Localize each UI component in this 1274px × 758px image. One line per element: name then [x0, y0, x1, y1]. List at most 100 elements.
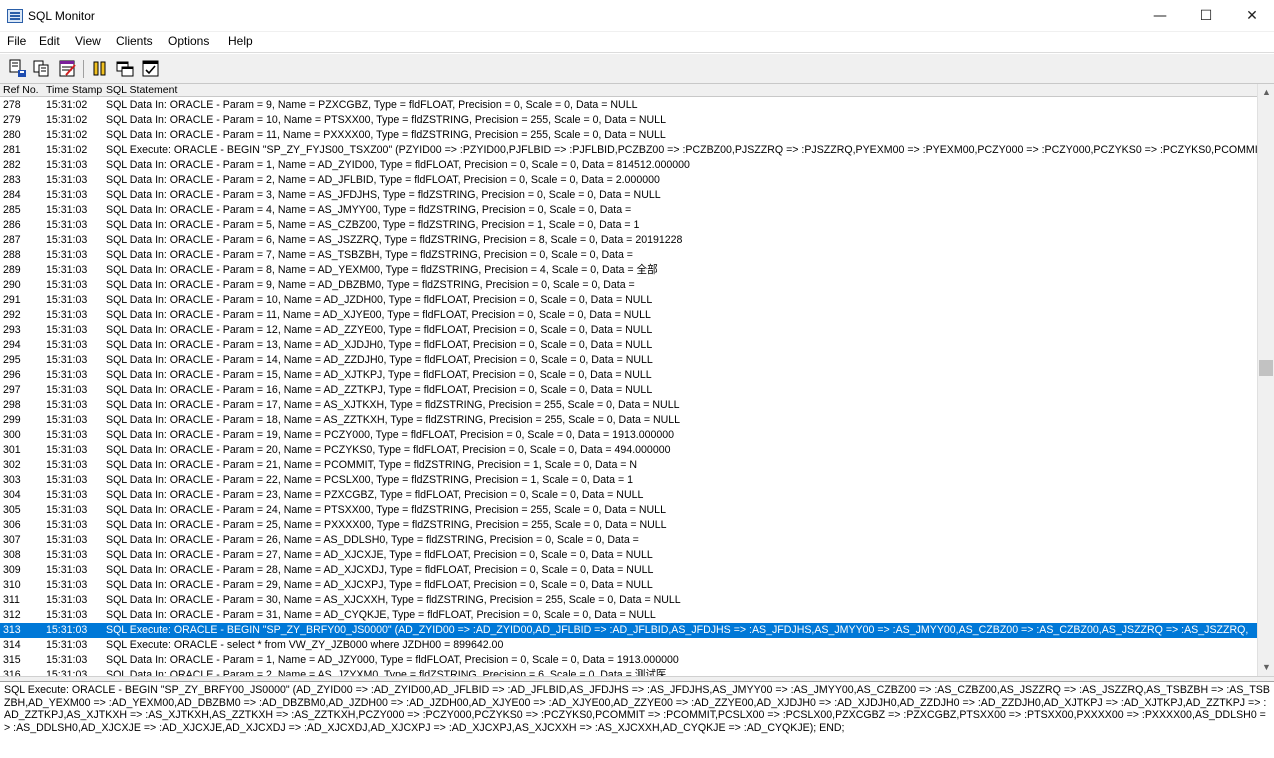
log-row[interactable]: 294 15:31:03 SQL Data In: ORACLE - Param =…	[0, 338, 1257, 353]
log-row[interactable]: 291 15:31:03 SQL Data In: ORACLE - Param =…	[0, 293, 1257, 308]
log-row[interactable]: 286 15:31:03 SQL Data In: ORACLE - Param =…	[0, 218, 1257, 233]
sql-statement-cell: SQL Data In: ORACLE - Param = 11, Name =…	[106, 309, 651, 321]
ref-no-cell: 296	[3, 369, 21, 381]
sql-statement-cell: SQL Data In: ORACLE - Param = 11, Name =…	[106, 129, 666, 141]
sql-statement-cell: SQL Data In: ORACLE - Param = 10, Name =…	[106, 294, 653, 306]
ref-no-cell: 302	[3, 459, 21, 471]
log-row[interactable]: 315 15:31:03 SQL Data In: ORACLE - Param =…	[0, 653, 1257, 668]
time-stamp-cell: 15:31:03	[46, 489, 88, 501]
log-row[interactable]: 311 15:31:03 SQL Data In: ORACLE - Param =…	[0, 593, 1257, 608]
options-checklist-icon[interactable]	[141, 59, 161, 79]
ref-no-cell: 310	[3, 579, 21, 591]
header-time-stamp[interactable]: Time Stamp	[46, 84, 102, 96]
menu-view[interactable]: View	[73, 34, 103, 48]
scroll-thumb[interactable]	[1259, 360, 1273, 376]
log-row[interactable]: 281 15:31:02 SQL Execute: ORACLE - BEGIN "…	[0, 143, 1257, 158]
ref-no-cell: 279	[3, 114, 21, 126]
ref-no-cell: 306	[3, 519, 21, 531]
log-row[interactable]: 289 15:31:03 SQL Data In: ORACLE - Param =…	[0, 263, 1257, 278]
maximize-button[interactable]: ☐	[1183, 0, 1229, 32]
log-row[interactable]: 313 15:31:03 SQL Execute: ORACLE - BEGIN "…	[0, 623, 1257, 638]
close-button[interactable]: ✕	[1229, 0, 1274, 32]
time-stamp-cell: 15:31:03	[46, 624, 88, 636]
time-stamp-cell: 15:31:03	[46, 414, 88, 426]
save-log-icon[interactable]	[8, 59, 28, 79]
sql-statement-cell: SQL Data In: ORACLE - Param = 29, Name =…	[106, 579, 653, 591]
time-stamp-cell: 15:31:03	[46, 549, 88, 561]
log-row[interactable]: 304 15:31:03 SQL Data In: ORACLE - Param =…	[0, 488, 1257, 503]
scroll-down-arrow[interactable]: ▼	[1258, 659, 1274, 676]
ref-no-cell: 303	[3, 474, 21, 486]
title-bar: SQL Monitor — ☐ ✕	[0, 0, 1274, 32]
sql-statement-cell: SQL Data In: ORACLE - Param = 6, Name = …	[106, 234, 683, 246]
log-row[interactable]: 290 15:31:03 SQL Data In: ORACLE - Param =…	[0, 278, 1257, 293]
log-row[interactable]: 296 15:31:03 SQL Data In: ORACLE - Param =…	[0, 368, 1257, 383]
scroll-up-arrow[interactable]: ▲	[1258, 84, 1274, 101]
log-row[interactable]: 307 15:31:03 SQL Data In: ORACLE - Param =…	[0, 533, 1257, 548]
pause-icon[interactable]	[90, 59, 110, 79]
time-stamp-cell: 15:31:03	[46, 369, 88, 381]
log-row[interactable]: 279 15:31:02 SQL Data In: ORACLE - Param =…	[0, 113, 1257, 128]
copy-icon[interactable]	[32, 59, 52, 79]
ref-no-cell: 293	[3, 324, 21, 336]
header-sql-statement[interactable]: SQL Statement	[106, 84, 177, 96]
time-stamp-cell: 15:31:03	[46, 249, 88, 261]
ref-no-cell: 307	[3, 534, 21, 546]
log-row[interactable]: 288 15:31:03 SQL Data In: ORACLE - Param =…	[0, 248, 1257, 263]
sql-log-list[interactable]: 278 15:31:02 SQL Data In: ORACLE - Param =…	[0, 98, 1257, 676]
log-row[interactable]: 305 15:31:03 SQL Data In: ORACLE - Param =…	[0, 503, 1257, 518]
menu-bar: File Edit View Clients Options Help	[0, 32, 1274, 53]
header-ref-no[interactable]: Ref No.	[3, 84, 39, 96]
ref-no-cell: 286	[3, 219, 21, 231]
time-stamp-cell: 15:31:03	[46, 294, 88, 306]
menu-edit[interactable]: Edit	[37, 34, 62, 48]
menu-clients[interactable]: Clients	[114, 34, 155, 48]
log-row[interactable]: 283 15:31:03 SQL Data In: ORACLE - Param =…	[0, 173, 1257, 188]
log-row[interactable]: 299 15:31:03 SQL Data In: ORACLE - Param =…	[0, 413, 1257, 428]
sql-statement-cell: SQL Data In: ORACLE - Param = 19, Name =…	[106, 429, 675, 441]
minimize-button[interactable]: —	[1137, 0, 1183, 32]
time-stamp-cell: 15:31:03	[46, 354, 88, 366]
ref-no-cell: 291	[3, 294, 21, 306]
log-row[interactable]: 287 15:31:03 SQL Data In: ORACLE - Param =…	[0, 233, 1257, 248]
statement-detail-pane[interactable]: SQL Execute: ORACLE - BEGIN "SP_ZY_BRFY0…	[0, 682, 1274, 758]
log-row[interactable]: 309 15:31:03 SQL Data In: ORACLE - Param =…	[0, 563, 1257, 578]
log-row[interactable]: 293 15:31:03 SQL Data In: ORACLE - Param =…	[0, 323, 1257, 338]
time-stamp-cell: 15:31:03	[46, 174, 88, 186]
log-row[interactable]: 306 15:31:03 SQL Data In: ORACLE - Param =…	[0, 518, 1257, 533]
log-row[interactable]: 284 15:31:03 SQL Data In: ORACLE - Param =…	[0, 188, 1257, 203]
menu-file[interactable]: File	[5, 34, 28, 48]
log-row[interactable]: 282 15:31:03 SQL Data In: ORACLE - Param =…	[0, 158, 1257, 173]
sql-statement-cell: SQL Data In: ORACLE - Param = 26, Name =…	[106, 534, 639, 546]
time-stamp-cell: 15:31:03	[46, 324, 88, 336]
log-row[interactable]: 316 15:31:03 SQL Data In: ORACLE - Param =…	[0, 668, 1257, 676]
log-row[interactable]: 297 15:31:03 SQL Data In: ORACLE - Param =…	[0, 383, 1257, 398]
log-row[interactable]: 312 15:31:03 SQL Data In: ORACLE - Param =…	[0, 608, 1257, 623]
menu-options[interactable]: Options	[166, 34, 211, 48]
log-row[interactable]: 302 15:31:03 SQL Data In: ORACLE - Param =…	[0, 458, 1257, 473]
log-row[interactable]: 298 15:31:03 SQL Data In: ORACLE - Param =…	[0, 398, 1257, 413]
log-row[interactable]: 278 15:31:02 SQL Data In: ORACLE - Param =…	[0, 98, 1257, 113]
log-row[interactable]: 292 15:31:03 SQL Data In: ORACLE - Param =…	[0, 308, 1257, 323]
log-row[interactable]: 301 15:31:03 SQL Data In: ORACLE - Param =…	[0, 443, 1257, 458]
sql-statement-cell: SQL Data In: ORACLE - Param = 24, Name =…	[106, 504, 666, 516]
time-stamp-cell: 15:31:03	[46, 639, 88, 651]
ref-no-cell: 298	[3, 399, 21, 411]
sql-statement-cell: SQL Data In: ORACLE - Param = 4, Name = …	[106, 204, 632, 216]
log-row[interactable]: 314 15:31:03 SQL Execute: ORACLE - select …	[0, 638, 1257, 653]
clients-icon[interactable]	[115, 59, 135, 79]
time-stamp-cell: 15:31:03	[46, 339, 88, 351]
ref-no-cell: 295	[3, 354, 21, 366]
log-row[interactable]: 295 15:31:03 SQL Data In: ORACLE - Param =…	[0, 353, 1257, 368]
log-row[interactable]: 300 15:31:03 SQL Data In: ORACLE - Param =…	[0, 428, 1257, 443]
menu-help[interactable]: Help	[226, 34, 255, 48]
vertical-scrollbar[interactable]: ▲ ▼	[1257, 84, 1274, 676]
ref-no-cell: 304	[3, 489, 21, 501]
log-row[interactable]: 285 15:31:03 SQL Data In: ORACLE - Param =…	[0, 203, 1257, 218]
clear-icon[interactable]	[58, 59, 78, 79]
log-row[interactable]: 308 15:31:03 SQL Data In: ORACLE - Param =…	[0, 548, 1257, 563]
log-row[interactable]: 280 15:31:02 SQL Data In: ORACLE - Param =…	[0, 128, 1257, 143]
log-row[interactable]: 310 15:31:03 SQL Data In: ORACLE - Param =…	[0, 578, 1257, 593]
sql-statement-cell: SQL Execute: ORACLE - BEGIN "SP_ZY_BRFY0…	[106, 624, 1249, 636]
log-row[interactable]: 303 15:31:03 SQL Data In: ORACLE - Param =…	[0, 473, 1257, 488]
